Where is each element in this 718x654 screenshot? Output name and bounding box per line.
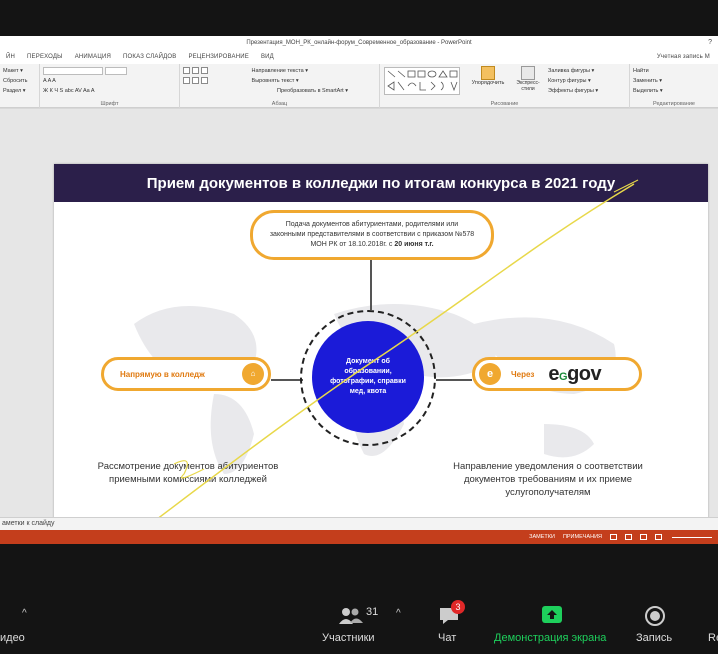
ribbon-group-drawing: Упорядочить Экспресс-стили Заливка фигур… xyxy=(380,64,630,108)
share-screen-icon[interactable] xyxy=(541,605,563,625)
tab-transitions[interactable]: ПЕРЕХОДЫ xyxy=(27,54,63,60)
shape-outline-button[interactable]: Контур фигуры ▾ xyxy=(548,76,598,86)
layout-button[interactable]: Макет ▾ xyxy=(3,66,36,76)
align-center-icon[interactable] xyxy=(192,77,199,85)
comments-toggle[interactable]: ПРИМЕЧАНИЯ xyxy=(563,534,602,540)
screen: Презентация_МОН_РК_онлайн-форум_Современ… xyxy=(0,0,718,654)
ribbon: Макет ▾ Сбросить Раздел ▾ A A A Ж К Ч S … xyxy=(0,64,718,108)
record-icon[interactable] xyxy=(644,605,666,627)
status-bar: ЗАМЕТКИ ПРИМЕЧАНИЯ xyxy=(0,530,718,544)
font-group-label: Шрифт xyxy=(100,101,119,107)
window-title: Презентация_МОН_РК_онлайн-форум_Современ… xyxy=(0,36,718,50)
reading-view-icon[interactable] xyxy=(640,534,647,540)
zoom-toolbar: ^ идео 31 ^ Участники 3 Чат Демонстрация… xyxy=(0,596,718,654)
participants-label[interactable]: Участники xyxy=(322,632,375,644)
font-format-buttons[interactable]: Ж К Ч S abc AV Aa A xyxy=(43,86,176,96)
slide-notes-bar[interactable]: аметки к слайду xyxy=(0,517,718,530)
drawing-group-label: Рисование xyxy=(490,101,519,107)
paragraph-group-label: Абзац xyxy=(271,101,288,107)
list-icon[interactable] xyxy=(183,67,190,75)
align-left-icon[interactable] xyxy=(183,77,190,85)
share-screen-label[interactable]: Демонстрация экрана xyxy=(494,632,606,644)
zoom-slider[interactable] xyxy=(672,536,712,538)
slide-canvas[interactable]: Прием документов в колледжи по итогам ко… xyxy=(54,164,708,530)
reactions-label[interactable]: Re xyxy=(708,632,718,644)
font-size-buttons[interactable]: A A A xyxy=(43,76,176,86)
ribbon-group-font: A A A Ж К Ч S abc AV Aa A Шрифт xyxy=(40,64,180,108)
shapes-gallery-icons xyxy=(387,70,458,92)
window-title-text: Презентация_МОН_РК_онлайн-форум_Современ… xyxy=(246,40,472,46)
quick-styles-button[interactable]: Экспресс-стили xyxy=(512,80,544,92)
slideshow-view-icon[interactable] xyxy=(655,534,662,540)
align-text-button[interactable]: Выровнять текст ▾ xyxy=(252,78,299,84)
participants-caret[interactable]: ^ xyxy=(396,608,401,619)
record-label[interactable]: Запись xyxy=(636,632,672,644)
indent-icon[interactable] xyxy=(201,67,208,75)
numbered-list-icon[interactable] xyxy=(192,67,199,75)
shape-fill-button[interactable]: Заливка фигуры ▾ xyxy=(548,66,598,76)
account-label[interactable]: Учетная запись M xyxy=(657,54,710,60)
participants-icon[interactable] xyxy=(338,606,364,626)
tab-view[interactable]: ВИД xyxy=(261,54,274,60)
tab-animation[interactable]: АНИМАЦИЯ xyxy=(75,54,111,60)
ribbon-group-editing: Найти Заменить ▾ Выделить ▾ Редактирован… xyxy=(630,64,718,108)
select-button[interactable]: Выделить ▾ xyxy=(633,86,715,96)
normal-view-icon[interactable] xyxy=(610,534,617,540)
ribbon-group-paragraph: Направление текста ▾ Выровнять текст ▾ П… xyxy=(180,64,380,108)
shape-effects-button[interactable]: Эффекты фигуры ▾ xyxy=(548,86,598,96)
section-button[interactable]: Раздел ▾ xyxy=(3,86,36,96)
ribbon-tabs: ЙН ПЕРЕХОДЫ АНИМАЦИЯ ПОКАЗ СЛАЙДОВ РЕЦЕН… xyxy=(0,50,718,64)
video-options-caret[interactable]: ^ xyxy=(22,608,27,619)
slide-workarea: Прием документов в колледжи по итогам ко… xyxy=(0,109,718,530)
slide-notes-label: аметки к слайду xyxy=(2,520,55,527)
ribbon-group-slides: Макет ▾ Сбросить Раздел ▾ xyxy=(0,64,40,108)
arrange-button[interactable]: Упорядочить xyxy=(466,80,510,86)
editing-group-label: Редактирование xyxy=(653,101,695,107)
help-button[interactable]: ? xyxy=(708,36,712,50)
pen-annotation xyxy=(141,179,639,530)
quick-styles-icon[interactable] xyxy=(521,66,535,80)
video-label[interactable]: идео xyxy=(0,632,25,644)
tab-home[interactable]: ЙН xyxy=(6,54,15,60)
shapes-gallery[interactable] xyxy=(384,67,460,95)
notes-toggle[interactable]: ЗАМЕТКИ xyxy=(529,534,555,540)
arrange-icon[interactable] xyxy=(481,66,495,80)
sorter-view-icon[interactable] xyxy=(625,534,632,540)
powerpoint-window: Презентация_МОН_РК_онлайн-форум_Современ… xyxy=(0,36,718,544)
font-size-box[interactable] xyxy=(104,66,127,75)
find-button[interactable]: Найти xyxy=(633,66,715,76)
chat-label[interactable]: Чат xyxy=(438,632,456,644)
text-direction-button[interactable]: Направление текста ▾ xyxy=(252,68,308,74)
replace-button[interactable]: Заменить ▾ xyxy=(633,76,715,86)
chat-unread-badge: 3 xyxy=(451,600,465,614)
participants-count: 31 xyxy=(366,606,379,618)
tab-slideshow[interactable]: ПОКАЗ СЛАЙДОВ xyxy=(123,54,176,60)
reset-button[interactable]: Сбросить xyxy=(3,76,36,86)
align-right-icon[interactable] xyxy=(201,77,208,85)
smartart-button[interactable]: Преобразовать в SmartArt ▾ xyxy=(277,88,348,94)
font-name-box[interactable] xyxy=(43,66,103,75)
tab-review[interactable]: РЕЦЕНЗИРОВАНИЕ xyxy=(188,54,249,60)
